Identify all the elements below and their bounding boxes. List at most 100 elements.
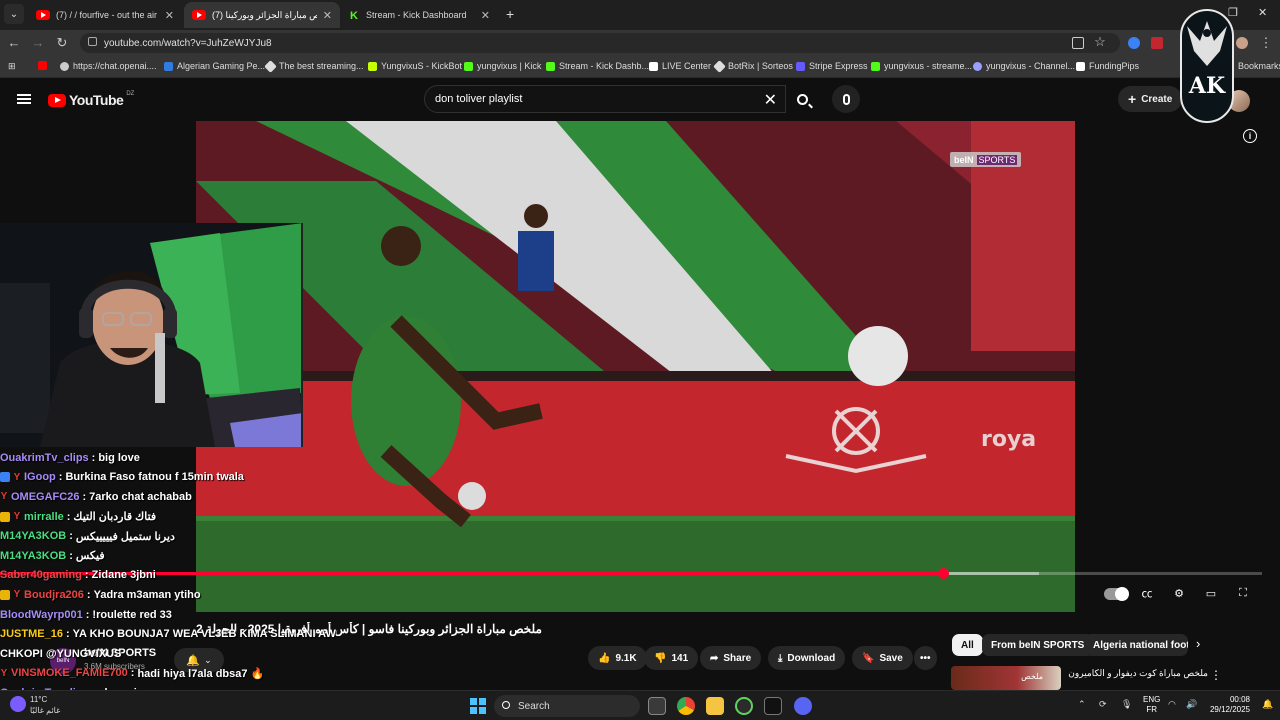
bookmark-item[interactable]: Stripe Express [796, 61, 868, 71]
recommended-thumbnail[interactable]: ملخص [951, 666, 1061, 690]
taskbar-search[interactable]: Search [494, 695, 640, 717]
chrome-icon[interactable] [677, 697, 695, 715]
search-input[interactable]: don toliver playlist ✕ [424, 85, 786, 113]
download-label: Download [787, 652, 836, 664]
site-icon [264, 59, 277, 73]
scrubber-handle[interactable] [937, 568, 949, 579]
install-icon[interactable] [1072, 37, 1084, 49]
network-icon[interactable]: ⟳ [1099, 699, 1107, 710]
captions-icon[interactable]: ㏄ [1138, 585, 1156, 601]
autoplay-toggle[interactable] [1104, 587, 1129, 601]
bookmark-item[interactable]: LIVE Center [649, 61, 711, 71]
bookmark-item[interactable]: https://chat.openai.... [60, 61, 157, 71]
discord-icon[interactable] [794, 697, 812, 715]
site-info-icon[interactable] [88, 37, 97, 46]
share-label: Share [723, 652, 752, 664]
fundingpips-icon [1076, 61, 1085, 71]
clear-icon[interactable]: ✕ [764, 90, 777, 110]
youtube-logo[interactable]: YouTube DZ [48, 91, 134, 108]
bookmark-item[interactable]: Stream - Kick Dashb... [546, 61, 649, 71]
browser-toolbar: ← → ↻ youtube.com/watch?v=JuhZeWJYJu8 ☆ … [0, 30, 1280, 56]
more-vert-icon[interactable]: ⋮ [1210, 668, 1222, 682]
bookmark-item[interactable]: yungvixus - streame... [871, 61, 972, 71]
bookmark-item[interactable]: The best streaming... [264, 59, 364, 73]
bookmark-item[interactable]: FundingPips [1076, 61, 1139, 71]
dislike-button[interactable]: 👎 141 [644, 646, 699, 670]
weather-widget[interactable]: 11°C غائم غالبًا [30, 694, 60, 716]
forward-icon[interactable]: → [30, 35, 46, 50]
info-icon[interactable]: i [1243, 129, 1257, 143]
browser-tab[interactable]: (7) / / fourfive - out the air ( sk ✕ [28, 2, 182, 28]
microphone-icon[interactable]: 🎙 [1121, 699, 1132, 710]
recommended-title[interactable]: ملخص مباراة كوت ديفوار و الكاميرون | كأس… [1068, 668, 1208, 679]
voice-search-button[interactable] [832, 85, 860, 113]
language-indicator[interactable]: ENG FR [1143, 695, 1160, 715]
extension-icon[interactable] [1151, 37, 1163, 49]
bookmark-item[interactable]: yungvixus - Channel... [973, 61, 1075, 71]
bookmark-item[interactable]: YungvixuS - KickBot [368, 61, 462, 71]
new-tab-button[interactable]: + [506, 6, 514, 22]
reload-icon[interactable]: ↻ [54, 35, 70, 51]
file-explorer-icon[interactable] [706, 697, 724, 715]
browser-tab-active[interactable]: (7) ملخص مباراة الجزائر وبوركينا ✕ [184, 2, 340, 28]
bookmark-item[interactable]: yungvixus | Kick [464, 61, 541, 71]
share-button[interactable]: ➦ Share [700, 646, 762, 670]
chat-message: Y Boudjra206 : Yadra m3aman ytiho [0, 585, 460, 605]
restore-icon[interactable]: ❐ [1228, 6, 1238, 19]
like-button[interactable]: 👍 9.1K [588, 646, 647, 670]
close-window-icon[interactable]: ✕ [1258, 6, 1267, 19]
settings-gear-icon[interactable]: ⚙ [1170, 585, 1188, 601]
kick-icon [546, 61, 555, 71]
guide-menu-icon[interactable] [17, 94, 31, 104]
all-bookmarks[interactable]: Bookmarks [1238, 61, 1280, 71]
close-icon[interactable]: ✕ [165, 9, 174, 22]
app-icon[interactable] [735, 697, 753, 715]
chat-message: Y VINSMOKE_FAMIE700 : hadi hiya l7ala dbs… [0, 664, 460, 684]
chip-all[interactable]: All [952, 634, 983, 656]
chevron-up-icon[interactable]: ⌃ [1078, 699, 1086, 710]
speaker-icon[interactable]: 🔊 [1186, 699, 1197, 710]
search-button[interactable] [786, 85, 818, 113]
bookmark-item[interactable] [38, 61, 47, 70]
chat-message: BloodWayrp001 : !roulette red 33 [0, 605, 460, 625]
create-button[interactable]: + Create [1118, 86, 1183, 112]
tab-search-button[interactable]: ⌄ [4, 4, 24, 24]
profile-avatar[interactable] [1236, 37, 1248, 49]
save-button[interactable]: 🔖 Save [852, 646, 913, 670]
terminal-icon[interactable] [764, 697, 782, 715]
chevron-right-icon[interactable]: › [1196, 636, 1200, 651]
clock[interactable]: 00:08 29/12/2025 [1208, 695, 1250, 715]
bookmarks-bar: ⊞ https://chat.openai.... Algerian Gamin… [0, 56, 1280, 78]
weather-icon[interactable] [10, 696, 26, 712]
svg-text:roya: roya [981, 427, 1036, 452]
back-icon[interactable]: ← [6, 35, 22, 50]
bookmark-star-icon[interactable]: ☆ [1092, 34, 1108, 50]
extension-icon[interactable] [1128, 37, 1140, 49]
close-icon[interactable]: ✕ [481, 9, 490, 22]
save-label: Save [879, 652, 903, 664]
chat-message: Saber40gaming : Zidane 3jbni [0, 566, 460, 586]
bookmark-item[interactable]: BotRix | Sorteos [713, 59, 793, 73]
bookmark-label: BotRix | Sorteos [728, 61, 793, 71]
browser-tab[interactable]: K Stream - Kick Dashboard ✕ [342, 2, 498, 28]
apps-icon[interactable]: ⊞ [8, 61, 16, 72]
bookmark-item[interactable]: Algerian Gaming Pe... [164, 61, 265, 71]
more-actions-button[interactable]: ••• [914, 646, 937, 670]
clock-date: 29/12/2025 [1209, 705, 1250, 714]
start-button[interactable] [470, 698, 486, 714]
address-bar[interactable]: youtube.com/watch?v=JuhZeWJYJu8 [80, 33, 1120, 53]
chip-from-channel[interactable]: From beIN SPORTS [982, 634, 1094, 656]
close-icon[interactable]: ✕ [323, 9, 332, 22]
chat-separator: : [65, 628, 70, 641]
fullscreen-icon[interactable]: ⛶ [1234, 585, 1252, 601]
chip-topic[interactable]: Algeria national footb [1084, 634, 1188, 656]
search-icon [796, 93, 808, 105]
download-button[interactable]: ⤓ Download [768, 646, 846, 670]
theater-mode-icon[interactable]: ▭ [1202, 585, 1220, 601]
plus-icon: + [1128, 91, 1137, 107]
task-view-icon[interactable] [648, 697, 666, 715]
openai-icon [60, 61, 69, 71]
wifi-icon[interactable]: ◠ [1168, 699, 1176, 710]
notification-icon[interactable]: 🔔 [1262, 699, 1273, 710]
menu-icon[interactable]: ⋮ [1258, 35, 1274, 51]
